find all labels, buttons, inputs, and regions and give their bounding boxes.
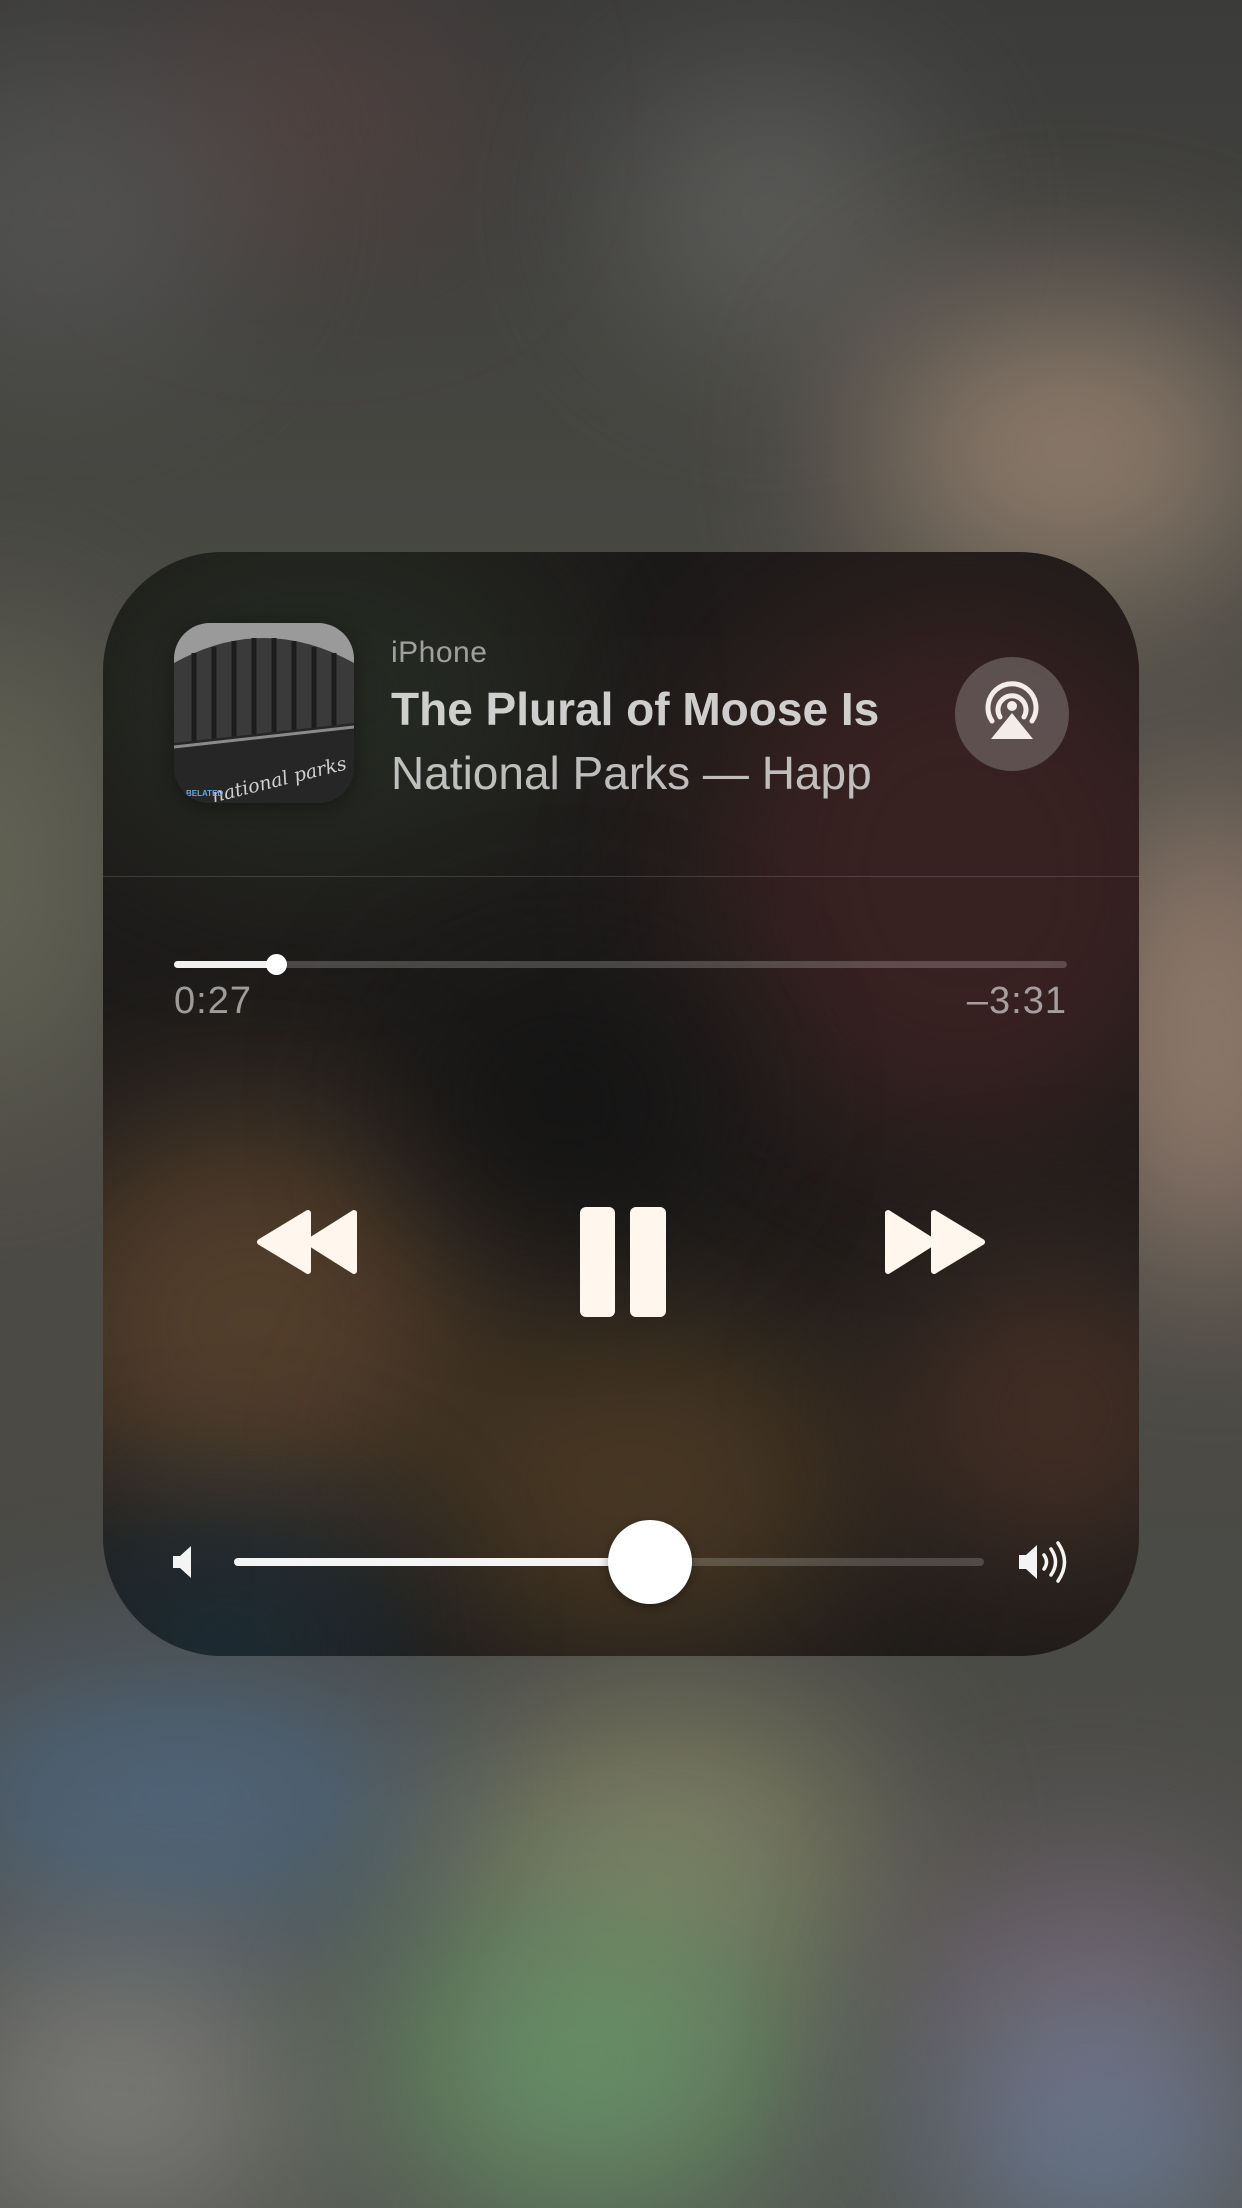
output-device-label: iPhone bbox=[391, 636, 488, 669]
fast-forward-icon bbox=[885, 1210, 985, 1274]
volume-knob[interactable] bbox=[608, 1520, 693, 1604]
track-artist-album: National Parks — Happ bbox=[391, 747, 872, 799]
fast-forward-button[interactable] bbox=[869, 1192, 999, 1292]
pause-button[interactable] bbox=[563, 1192, 683, 1332]
airplay-button[interactable] bbox=[955, 657, 1069, 771]
control-center-screen: national parks BELATED iPhone The Plural… bbox=[0, 0, 1242, 2208]
progress-fill bbox=[174, 961, 276, 968]
progress-scrubber[interactable] bbox=[174, 950, 1067, 980]
wallpaper-blur bbox=[620, 80, 920, 340]
album-artwork[interactable]: national parks BELATED bbox=[174, 623, 354, 803]
pause-icon bbox=[580, 1207, 666, 1317]
remaining-time: –3:31 bbox=[966, 980, 1067, 1022]
now-playing-card: national parks BELATED iPhone The Plural… bbox=[103, 552, 1139, 1656]
speaker-high-icon bbox=[1017, 1538, 1073, 1586]
airplay-icon bbox=[985, 681, 1039, 739]
volume-fill bbox=[234, 1558, 651, 1566]
wallpaper-blur bbox=[380, 1900, 800, 2208]
progress-track bbox=[174, 961, 1067, 968]
rewind-button[interactable] bbox=[243, 1192, 373, 1292]
divider bbox=[103, 876, 1139, 877]
track-title: The Plural of Moose Is bbox=[391, 683, 880, 735]
volume-slider[interactable] bbox=[234, 1518, 984, 1606]
artwork-tag: BELATED bbox=[186, 789, 224, 798]
rewind-icon bbox=[257, 1210, 357, 1274]
speaker-low-icon bbox=[171, 1542, 201, 1582]
progress-knob[interactable] bbox=[265, 954, 287, 975]
elapsed-time: 0:27 bbox=[174, 980, 252, 1022]
